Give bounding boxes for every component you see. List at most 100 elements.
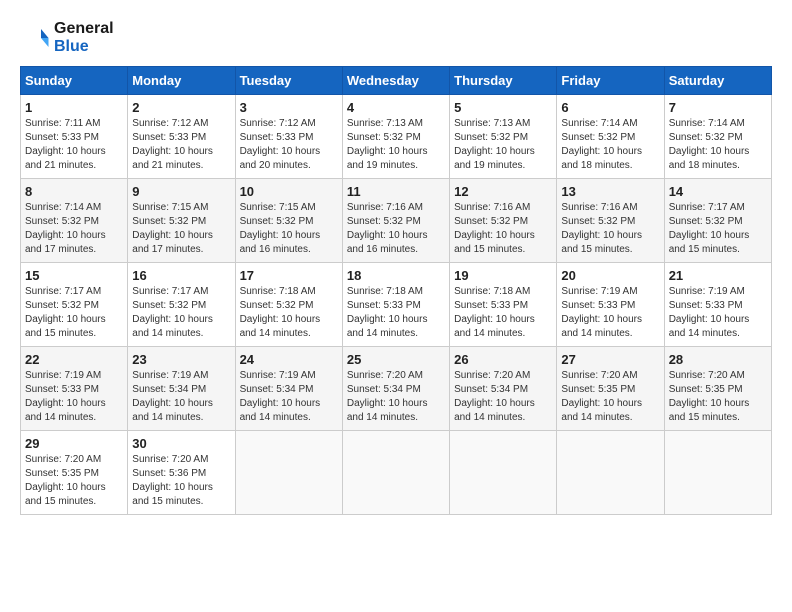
calendar-cell: 13 Sunrise: 7:16 AM Sunset: 5:32 PM Dayli… — [557, 179, 664, 263]
calendar-cell: 12 Sunrise: 7:16 AM Sunset: 5:32 PM Dayli… — [450, 179, 557, 263]
calendar-cell — [342, 431, 449, 515]
day-number: 30 — [132, 436, 230, 451]
day-number: 3 — [240, 100, 338, 115]
day-number: 27 — [561, 352, 659, 367]
day-info: Sunrise: 7:14 AM Sunset: 5:32 PM Dayligh… — [25, 201, 123, 257]
day-info: Sunrise: 7:13 AM Sunset: 5:32 PM Dayligh… — [347, 117, 445, 173]
week-row-1: 1Sunrise: 7:11 AM Sunset: 5:33 PM Daylig… — [21, 95, 772, 179]
day-number: 16 — [132, 268, 230, 283]
day-info: Sunrise: 7:19 AM Sunset: 5:34 PM Dayligh… — [240, 369, 338, 425]
day-info: Sunrise: 7:12 AM Sunset: 5:33 PM Dayligh… — [240, 117, 338, 173]
calendar-cell: 6 Sunrise: 7:14 AM Sunset: 5:32 PM Daylig… — [557, 95, 664, 179]
day-info: Sunrise: 7:17 AM Sunset: 5:32 PM Dayligh… — [25, 285, 123, 341]
day-number: 9 — [132, 184, 230, 199]
day-number: 22 — [25, 352, 123, 367]
calendar-cell: 10 Sunrise: 7:15 AM Sunset: 5:32 PM Dayli… — [235, 179, 342, 263]
day-number: 18 — [347, 268, 445, 283]
weekday-header-wednesday: Wednesday — [342, 67, 449, 95]
logo-icon — [20, 23, 50, 53]
calendar-cell: 8 Sunrise: 7:14 AM Sunset: 5:32 PM Daylig… — [21, 179, 128, 263]
week-row-5: 29Sunrise: 7:20 AM Sunset: 5:35 PM Dayli… — [21, 431, 772, 515]
calendar-cell: 30 Sunrise: 7:20 AM Sunset: 5:36 PM Dayli… — [128, 431, 235, 515]
calendar-cell: 23 Sunrise: 7:19 AM Sunset: 5:34 PM Dayli… — [128, 347, 235, 431]
day-info: Sunrise: 7:15 AM Sunset: 5:32 PM Dayligh… — [240, 201, 338, 257]
calendar-cell — [557, 431, 664, 515]
day-number: 23 — [132, 352, 230, 367]
calendar-cell: 24Sunrise: 7:19 AM Sunset: 5:34 PM Dayli… — [235, 347, 342, 431]
calendar-cell: 27 Sunrise: 7:20 AM Sunset: 5:35 PM Dayli… — [557, 347, 664, 431]
calendar-cell: 29Sunrise: 7:20 AM Sunset: 5:35 PM Dayli… — [21, 431, 128, 515]
calendar-cell: 26 Sunrise: 7:20 AM Sunset: 5:34 PM Dayli… — [450, 347, 557, 431]
weekday-header-sunday: Sunday — [21, 67, 128, 95]
calendar-cell: 16 Sunrise: 7:17 AM Sunset: 5:32 PM Dayli… — [128, 263, 235, 347]
day-number: 2 — [132, 100, 230, 115]
calendar-table: SundayMondayTuesdayWednesdayThursdayFrid… — [20, 66, 772, 515]
day-number: 25 — [347, 352, 445, 367]
week-row-2: 8 Sunrise: 7:14 AM Sunset: 5:32 PM Daylig… — [21, 179, 772, 263]
calendar-cell — [664, 431, 771, 515]
day-info: Sunrise: 7:18 AM Sunset: 5:32 PM Dayligh… — [240, 285, 338, 341]
day-info: Sunrise: 7:11 AM Sunset: 5:33 PM Dayligh… — [25, 117, 123, 173]
calendar-cell: 28Sunrise: 7:20 AM Sunset: 5:35 PM Dayli… — [664, 347, 771, 431]
weekday-header-tuesday: Tuesday — [235, 67, 342, 95]
day-number: 6 — [561, 100, 659, 115]
day-number: 12 — [454, 184, 552, 199]
day-number: 26 — [454, 352, 552, 367]
calendar-cell: 21 Sunrise: 7:19 AM Sunset: 5:33 PM Dayli… — [664, 263, 771, 347]
day-info: Sunrise: 7:19 AM Sunset: 5:33 PM Dayligh… — [669, 285, 767, 341]
day-info: Sunrise: 7:16 AM Sunset: 5:32 PM Dayligh… — [561, 201, 659, 257]
day-number: 4 — [347, 100, 445, 115]
day-info: Sunrise: 7:16 AM Sunset: 5:32 PM Dayligh… — [454, 201, 552, 257]
calendar-cell: 9 Sunrise: 7:15 AM Sunset: 5:32 PM Daylig… — [128, 179, 235, 263]
day-number: 8 — [25, 184, 123, 199]
day-number: 28 — [669, 352, 767, 367]
day-info: Sunrise: 7:19 AM Sunset: 5:33 PM Dayligh… — [25, 369, 123, 425]
day-number: 19 — [454, 268, 552, 283]
day-info: Sunrise: 7:13 AM Sunset: 5:32 PM Dayligh… — [454, 117, 552, 173]
calendar-cell — [450, 431, 557, 515]
day-number: 13 — [561, 184, 659, 199]
day-info: Sunrise: 7:19 AM Sunset: 5:34 PM Dayligh… — [132, 369, 230, 425]
day-number: 5 — [454, 100, 552, 115]
day-number: 21 — [669, 268, 767, 283]
day-info: Sunrise: 7:14 AM Sunset: 5:32 PM Dayligh… — [561, 117, 659, 173]
day-info: Sunrise: 7:17 AM Sunset: 5:32 PM Dayligh… — [669, 201, 767, 257]
day-info: Sunrise: 7:20 AM Sunset: 5:34 PM Dayligh… — [454, 369, 552, 425]
calendar-cell: 5 Sunrise: 7:13 AM Sunset: 5:32 PM Daylig… — [450, 95, 557, 179]
calendar-cell: 18 Sunrise: 7:18 AM Sunset: 5:33 PM Dayli… — [342, 263, 449, 347]
day-info: Sunrise: 7:18 AM Sunset: 5:33 PM Dayligh… — [347, 285, 445, 341]
calendar-cell: 3 Sunrise: 7:12 AM Sunset: 5:33 PM Daylig… — [235, 95, 342, 179]
day-number: 15 — [25, 268, 123, 283]
calendar-cell: 19 Sunrise: 7:18 AM Sunset: 5:33 PM Dayli… — [450, 263, 557, 347]
calendar-cell: 17 Sunrise: 7:18 AM Sunset: 5:32 PM Dayli… — [235, 263, 342, 347]
day-info: Sunrise: 7:20 AM Sunset: 5:35 PM Dayligh… — [25, 453, 123, 509]
day-info: Sunrise: 7:20 AM Sunset: 5:34 PM Dayligh… — [347, 369, 445, 425]
day-info: Sunrise: 7:20 AM Sunset: 5:36 PM Dayligh… — [132, 453, 230, 509]
calendar-cell: 1Sunrise: 7:11 AM Sunset: 5:33 PM Daylig… — [21, 95, 128, 179]
day-info: Sunrise: 7:18 AM Sunset: 5:33 PM Dayligh… — [454, 285, 552, 341]
calendar-cell: 20Sunrise: 7:19 AM Sunset: 5:33 PM Dayli… — [557, 263, 664, 347]
day-info: Sunrise: 7:17 AM Sunset: 5:32 PM Dayligh… — [132, 285, 230, 341]
day-info: Sunrise: 7:15 AM Sunset: 5:32 PM Dayligh… — [132, 201, 230, 257]
calendar-cell: 4 Sunrise: 7:13 AM Sunset: 5:32 PM Daylig… — [342, 95, 449, 179]
calendar-cell: 14Sunrise: 7:17 AM Sunset: 5:32 PM Dayli… — [664, 179, 771, 263]
weekday-header-monday: Monday — [128, 67, 235, 95]
calendar-cell: 15 Sunrise: 7:17 AM Sunset: 5:32 PM Dayli… — [21, 263, 128, 347]
day-info: Sunrise: 7:20 AM Sunset: 5:35 PM Dayligh… — [561, 369, 659, 425]
weekday-header-friday: Friday — [557, 67, 664, 95]
day-number: 20 — [561, 268, 659, 283]
page-header: General Blue — [20, 20, 772, 56]
day-info: Sunrise: 7:12 AM Sunset: 5:33 PM Dayligh… — [132, 117, 230, 173]
weekday-header-row: SundayMondayTuesdayWednesdayThursdayFrid… — [21, 67, 772, 95]
calendar-cell — [235, 431, 342, 515]
weekday-header-saturday: Saturday — [664, 67, 771, 95]
day-number: 11 — [347, 184, 445, 199]
logo-text-blue: Blue — [54, 38, 114, 56]
day-number: 17 — [240, 268, 338, 283]
weekday-header-thursday: Thursday — [450, 67, 557, 95]
logo-text-general: General — [54, 20, 114, 38]
day-number: 10 — [240, 184, 338, 199]
day-number: 7 — [669, 100, 767, 115]
calendar-cell: 7Sunrise: 7:14 AM Sunset: 5:32 PM Daylig… — [664, 95, 771, 179]
logo: General Blue — [20, 20, 114, 56]
